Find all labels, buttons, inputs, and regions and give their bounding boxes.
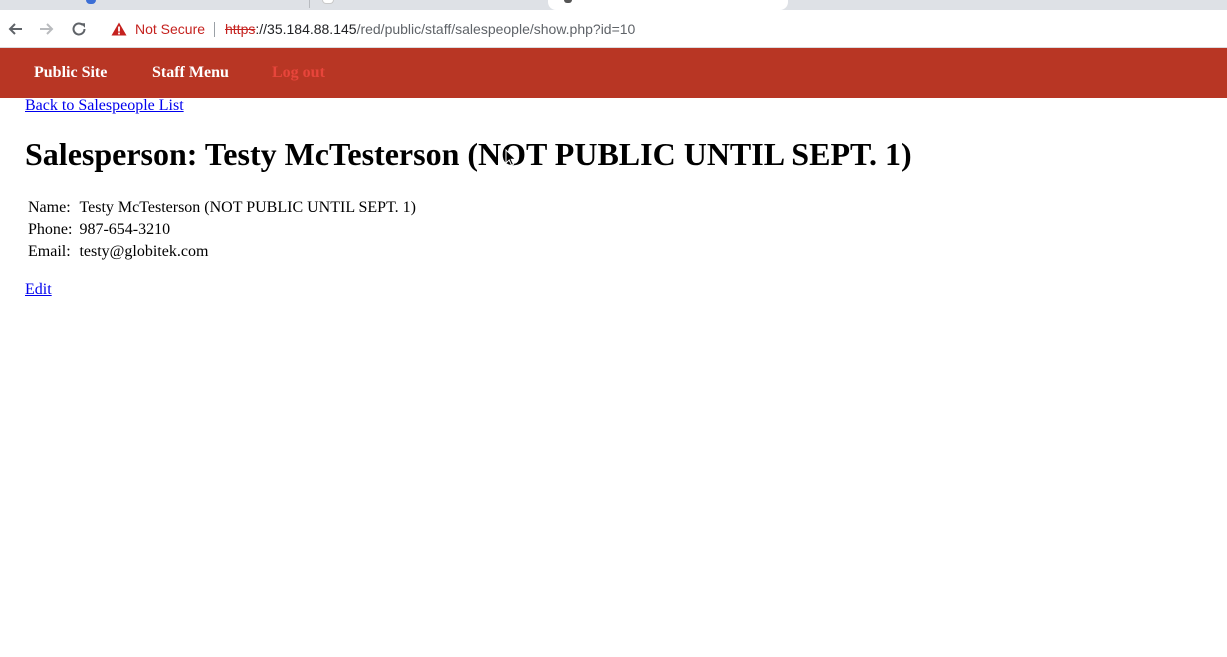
detail-value-name: Testy McTesterson (NOT PUBLIC UNTIL SEPT…	[79, 199, 416, 216]
detail-label-name: Name:	[28, 199, 71, 216]
page-title: Salesperson: Testy McTesterson (NOT PUBL…	[25, 136, 912, 172]
forward-button[interactable]	[36, 18, 58, 40]
nav-public-site-link[interactable]: Public Site	[34, 48, 107, 98]
address-bar[interactable]: Not Secure https://35.184.88.145/red/pub…	[104, 15, 1214, 43]
forward-arrow-icon	[40, 23, 54, 35]
url-text[interactable]: https://35.184.88.145/red/public/staff/s…	[225, 15, 635, 43]
url-path: /red/public/staff/salespeople/show.php?i…	[356, 21, 636, 37]
table-row: Phone: 987-654-3210	[28, 219, 416, 241]
reload-icon	[72, 22, 86, 36]
detail-label-phone: Phone:	[28, 221, 73, 238]
salesperson-details-table: Name: Testy McTesterson (NOT PUBLIC UNTI…	[26, 197, 418, 263]
omnibox-divider	[214, 22, 215, 37]
tab-strip	[0, 0, 1227, 10]
url-host: ://35.184.88.145	[255, 21, 357, 37]
browser-tab[interactable]	[310, 0, 546, 10]
warning-icon[interactable]	[111, 22, 127, 36]
back-arrow-icon	[8, 23, 22, 35]
detail-value-phone: 987-654-3210	[79, 221, 171, 238]
browser-tab[interactable]	[0, 0, 308, 10]
browser-toolbar: Not Secure https://35.184.88.145/red/pub…	[0, 10, 1227, 48]
security-status[interactable]: Not Secure	[135, 15, 205, 43]
url-scheme: https	[225, 21, 256, 37]
detail-value-email: testy@globitek.com	[79, 243, 209, 260]
mouse-cursor-icon	[505, 149, 517, 166]
nav-staff-menu-link[interactable]: Staff Menu	[152, 48, 229, 98]
table-row: Name: Testy McTesterson (NOT PUBLIC UNTI…	[28, 197, 416, 219]
table-row: Email: testy@globitek.com	[28, 241, 416, 263]
nav-logout-link[interactable]: Log out	[272, 48, 325, 98]
detail-label-email: Email:	[28, 243, 71, 260]
back-button[interactable]	[4, 18, 26, 40]
reload-button[interactable]	[68, 18, 90, 40]
edit-link[interactable]: Edit	[25, 281, 52, 299]
back-to-list-link[interactable]: Back to Salespeople List	[25, 97, 184, 115]
site-header: Public Site Staff Menu Log out	[0, 48, 1227, 98]
browser-tab-active[interactable]	[548, 0, 788, 10]
